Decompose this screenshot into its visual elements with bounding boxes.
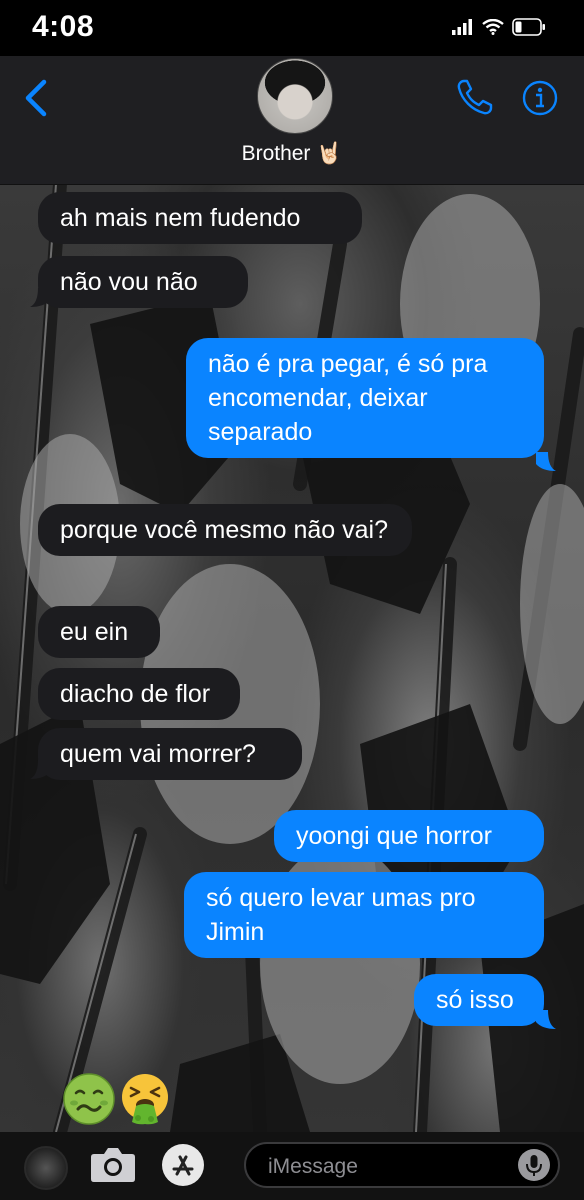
contact-avatar[interactable]	[257, 58, 333, 134]
message-outgoing[interactable]: yoongi que horror	[274, 810, 544, 862]
battery-icon	[512, 18, 545, 36]
app-store-glyph-icon	[172, 1155, 194, 1176]
back-chevron-icon[interactable]	[22, 78, 50, 118]
message-text: só quero levar umas pro Jimin	[206, 884, 476, 946]
message-text: ah mais nem fudendo	[60, 204, 301, 232]
message-text: yoongi que horror	[296, 822, 492, 850]
cellular-signal-icon	[452, 19, 472, 35]
message-incoming[interactable]: diacho de flor	[38, 668, 240, 720]
message-outgoing[interactable]: só quero levar umas pro Jimin	[184, 872, 544, 958]
vomiting-face-emoji	[122, 1074, 168, 1125]
message-text: não vou não	[60, 268, 198, 296]
wifi-icon	[482, 19, 504, 35]
message-outgoing[interactable]: não é pra pegar, é só pra encomendar, de…	[186, 338, 544, 458]
composer-bar	[0, 1132, 584, 1200]
clock: 4:08	[32, 10, 95, 43]
message-field[interactable]	[244, 1142, 560, 1188]
message-incoming[interactable]: quem vai morrer?	[38, 728, 302, 780]
message-text: não é pra pegar, é só pra encomendar, de…	[208, 350, 488, 446]
bubble-tail	[536, 452, 556, 471]
bubble-tail	[30, 288, 50, 307]
message-incoming[interactable]: ah mais nem fudendo	[38, 192, 362, 244]
message-text: porque você mesmo não vai?	[60, 516, 388, 544]
message-text: só isso	[436, 986, 514, 1014]
contact-name[interactable]: Brother 🤘🏻	[0, 142, 584, 166]
phone-icon[interactable]	[456, 78, 494, 116]
app-drawer-icon[interactable]	[24, 1146, 68, 1190]
message-text: eu ein	[60, 618, 129, 646]
message-incoming[interactable]: porque você mesmo não vai?	[38, 504, 412, 556]
message-incoming[interactable]: não vou não	[38, 256, 248, 308]
microphone-icon[interactable]	[518, 1149, 550, 1181]
camera-icon[interactable]	[90, 1144, 136, 1184]
message-text: quem vai morrer?	[60, 740, 256, 768]
microphone-glyph-icon	[526, 1155, 542, 1176]
message-text: diacho de flor	[60, 680, 211, 708]
message-outgoing[interactable]: só isso	[414, 974, 544, 1026]
message-input[interactable]	[266, 1152, 510, 1182]
message-incoming[interactable]: eu ein	[38, 606, 160, 658]
bubble-tail	[536, 1010, 556, 1029]
bubble-tail	[30, 760, 50, 779]
status-icons	[452, 18, 546, 36]
app-store-icon[interactable]	[162, 1144, 204, 1186]
nauseated-face-emoji	[63, 1073, 115, 1125]
conversation-header: Brother 🤘🏻	[0, 56, 584, 185]
info-icon[interactable]	[522, 80, 558, 116]
status-bar: 4:08	[0, 0, 584, 56]
